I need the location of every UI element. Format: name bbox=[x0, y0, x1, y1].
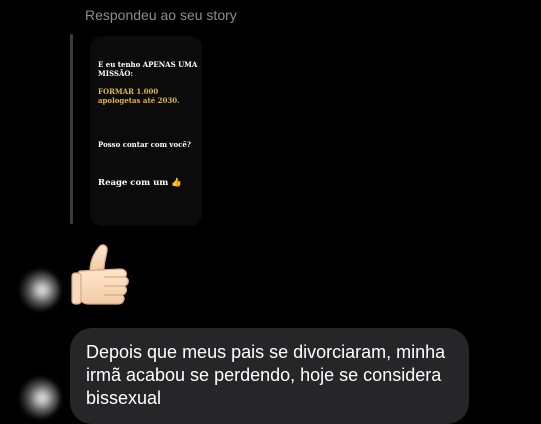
story-text-question: Posso contar com você? bbox=[98, 140, 191, 149]
message-text: Depois que meus pais se divorciaram, min… bbox=[86, 342, 446, 408]
avatar[interactable] bbox=[20, 270, 60, 310]
reply-indicator-bar bbox=[70, 34, 73, 224]
avatar[interactable] bbox=[20, 378, 60, 418]
thumbs-up-icon[interactable] bbox=[68, 241, 138, 309]
replied-to-story-label: Respondeu ao seu story bbox=[85, 7, 237, 23]
story-preview[interactable]: E eu tenho APENAS UMA MISSÃO: FORMAR 1.0… bbox=[90, 36, 202, 226]
story-text-cta: Reage com um 👍 bbox=[98, 178, 182, 188]
story-text-goal: FORMAR 1.000 apologetas até 2030. bbox=[98, 87, 180, 105]
message-bubble[interactable]: Depois que meus pais se divorciaram, min… bbox=[70, 328, 469, 424]
story-text-mission: E eu tenho APENAS UMA MISSÃO: bbox=[98, 60, 198, 78]
